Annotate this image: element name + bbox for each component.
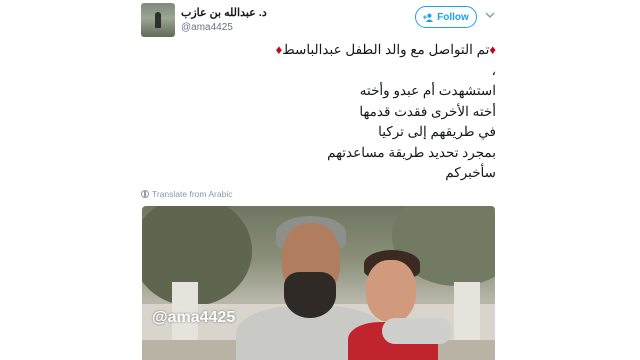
boy-face	[366, 260, 416, 322]
author-display-name[interactable]: د. عبدالله بن عازب	[181, 6, 267, 19]
translate-link[interactable]: Translate from Arabic	[141, 189, 232, 199]
tweet-line-1: ♦تم التواصل مع والد الطفل عبدالباسط♦	[156, 40, 496, 61]
add-user-icon	[423, 13, 434, 22]
globe-icon	[141, 190, 149, 198]
tweet-card: د. عبدالله بن عازب @ama4425 Follow ♦تم ا…	[128, 0, 512, 360]
follow-button[interactable]: Follow	[415, 6, 477, 28]
tweet-photo[interactable]: @ama4425	[142, 206, 495, 360]
photo-watermark: @ama4425	[152, 309, 236, 326]
avatar-figure	[155, 12, 161, 28]
tweet-line-6: بمجرد تحديد طريقة مساعدتهم	[327, 144, 496, 160]
tweet-line-1-text: تم التواصل مع والد الطفل عبدالباسط	[282, 42, 490, 57]
tweet-line-5: في طريقهم إلى تركيا	[378, 124, 496, 139]
tweet-line-4: أخته الأخرى فقدت قدمها	[359, 103, 496, 119]
man-arm	[382, 318, 452, 344]
red-diamond-icon: ♦	[489, 42, 496, 57]
tweet-line-3: استشهدت أم عبدو وأخته	[359, 83, 496, 98]
avatar[interactable]	[141, 3, 175, 37]
tweet-line-2: ،	[491, 62, 496, 78]
follow-label: Follow	[437, 11, 469, 23]
author-handle[interactable]: @ama4425	[181, 22, 233, 33]
tweet-text: ♦تم التواصل مع والد الطفل عبدالباسط♦ ، ا…	[156, 40, 496, 184]
translate-label: Translate from Arabic	[152, 189, 233, 199]
background-pillar	[454, 282, 480, 342]
man-beard	[284, 272, 336, 318]
chevron-down-icon[interactable]	[485, 11, 495, 19]
tweet-line-7: سأخبركم	[445, 165, 496, 180]
